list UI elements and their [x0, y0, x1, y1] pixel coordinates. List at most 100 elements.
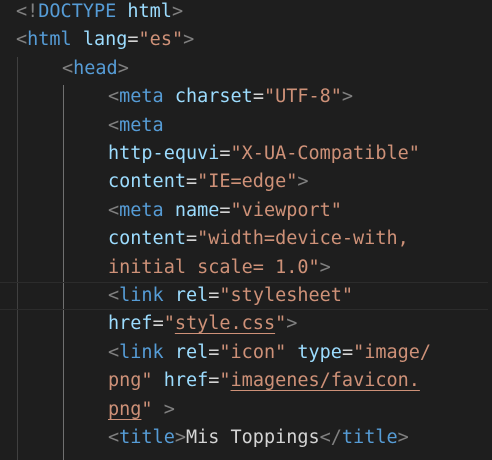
code-token-str: "viewport" [230, 199, 342, 221]
code-token-tag: html [27, 29, 72, 51]
code-token-link: style.css [174, 313, 276, 335]
code-line-content: <title>Mis Toppings</title> [108, 424, 409, 452]
code-line[interactable]: content="IE=edge"> [0, 168, 492, 196]
code-token-attr: content [108, 171, 186, 193]
code-token-punc: < [108, 285, 120, 306]
code-token-punc: < [62, 57, 74, 79]
code-token-punc: > [286, 313, 298, 335]
code-token-attr: html [116, 1, 172, 22]
code-line[interactable]: content="width=device-with, [0, 225, 492, 253]
code-token-punc: > [152, 398, 175, 420]
code-line-content: <!DOCTYPE html> [16, 0, 183, 26]
code-token-attr: type [297, 341, 342, 363]
code-line[interactable]: png" > [0, 396, 492, 424]
code-token-tag: DOCTYPE [38, 1, 117, 22]
code-line[interactable]: href="style.css"> [0, 310, 492, 338]
code-token-tag: meta [119, 114, 164, 136]
code-token-text: = [219, 143, 231, 164]
code-token-tag: title [119, 427, 175, 448]
code-line[interactable]: <html lang="es"> [0, 26, 492, 54]
code-token-punc: > [319, 256, 331, 278]
code-line[interactable]: initial scale= 1.0"> [0, 254, 492, 282]
code-line[interactable]: <head> [0, 55, 492, 83]
code-token-text: = [208, 285, 220, 306]
code-token-attr: rel [174, 341, 209, 363]
code-line[interactable]: http-equvi="X-UA-Compatible" [0, 140, 492, 168]
code-line-content: content="IE=edge"> [108, 168, 309, 196]
code-token-str: "icon" [219, 341, 287, 363]
code-token-punc: < [108, 114, 120, 136]
code-token-punc: > [171, 1, 184, 22]
code-token-text: = [152, 313, 164, 335]
code-line[interactable]: <title>Mis Toppings</title> [0, 424, 492, 452]
code-line-content: href="style.css"> [108, 310, 297, 338]
code-line[interactable]: <link rel="icon" type="image/ [0, 339, 492, 367]
code-line-content: initial scale= 1.0"> [108, 254, 331, 282]
code-token-str: " [275, 313, 287, 335]
code-line-content: <meta name="viewport" [108, 197, 342, 225]
code-token-text: = [185, 171, 198, 193]
code-token-str: " [219, 370, 231, 392]
code-token-punc: < [108, 341, 120, 363]
code-token-punc: < [108, 86, 120, 108]
code-token-str: png" [108, 370, 153, 392]
code-token-str: " [163, 313, 175, 335]
code-token-text: = [185, 228, 198, 250]
code-line[interactable]: png" href="imagenes/favicon. [0, 367, 492, 395]
code-token-tag: link [119, 285, 164, 306]
code-token-link: png [108, 398, 142, 420]
code-line-content: <meta charset="UTF-8"> [108, 83, 353, 111]
code-token-attr: name [174, 199, 220, 221]
code-line-content: <html lang="es"> [16, 26, 194, 54]
code-token-tag: meta [119, 199, 164, 221]
code-line[interactable]: <!DOCTYPE html> [0, 0, 492, 26]
code-token-text: = [127, 29, 139, 51]
code-token-str: "width=device-with, [197, 228, 409, 250]
code-token-punc: > [117, 57, 129, 79]
code-token-attr: lang [82, 29, 128, 51]
code-line-content: content="width=device-with, [108, 225, 409, 253]
code-token-text: Mis Toppings [185, 427, 320, 448]
code-line[interactable]: <meta [0, 112, 492, 140]
code-line[interactable]: <meta charset="UTF-8"> [0, 83, 492, 111]
code-token-str: "image/ [353, 341, 432, 363]
code-token-attr: rel [174, 285, 209, 306]
code-token-text: = [208, 370, 220, 392]
code-line-current[interactable]: <link rel="stylesheet" [0, 282, 492, 311]
code-token-str: "stylesheet" [219, 285, 354, 306]
code-token-str: "IE=edge" [197, 171, 298, 193]
code-token-punc: </ [319, 427, 342, 448]
code-token-text: = [252, 86, 264, 108]
code-token-punc: > [297, 171, 309, 193]
code-token-attr: href [163, 370, 209, 392]
code-line[interactable]: <meta name="viewport" [0, 197, 492, 225]
code-token-punc: > [341, 86, 354, 108]
code-token-tag: link [119, 341, 164, 363]
code-token-link: imagenes/favicon. [230, 370, 420, 392]
code-editor[interactable]: <!DOCTYPE html> <html lang="es"> <head> <me… [0, 0, 492, 460]
code-line-content: <head> [62, 55, 129, 83]
code-token-str: "X-UA-Compatible" [230, 143, 420, 164]
code-line-content: http-equvi="X-UA-Compatible" [108, 140, 420, 168]
code-token-str: "UTF-8" [263, 86, 342, 108]
code-token-text: = [219, 199, 231, 221]
code-line-content: png" > [108, 396, 175, 424]
code-token-str: "es" [138, 29, 184, 51]
code-token-punc: > [183, 29, 195, 51]
editor-scrollbar[interactable] [488, 0, 492, 460]
code-token-punc: > [397, 427, 409, 448]
code-line-content: png" href="imagenes/favicon. [108, 367, 420, 395]
code-token-tag: meta [119, 86, 164, 108]
code-token-punc: > [174, 427, 186, 448]
code-token-punc: <! [16, 1, 39, 22]
code-line-content: <link rel="stylesheet" [108, 283, 353, 309]
code-token-attr: charset [174, 86, 253, 108]
code-token-tag: head [73, 57, 118, 79]
code-token-punc: < [108, 427, 120, 448]
code-token-tag: title [341, 427, 398, 448]
code-token-text: = [208, 341, 220, 363]
